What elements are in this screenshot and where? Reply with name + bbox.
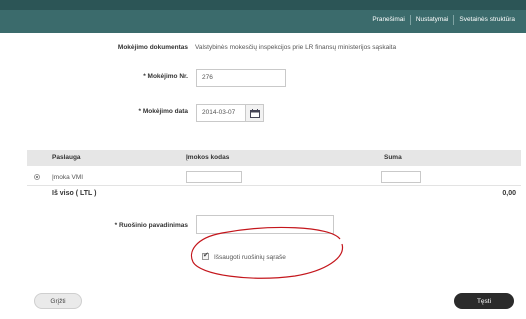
save-draft-checkbox[interactable]: ✔ bbox=[202, 252, 209, 260]
column-header-amount: Suma bbox=[384, 154, 402, 161]
draft-name-input[interactable] bbox=[196, 215, 334, 234]
checkmark-icon: ✔ bbox=[203, 252, 209, 259]
payment-doc-label: Mokėjimo dokumentas bbox=[117, 44, 188, 51]
service-radio[interactable] bbox=[34, 174, 40, 180]
continue-button[interactable]: Tęsti bbox=[454, 293, 514, 309]
nav-link-notifications[interactable]: Pranešimai bbox=[367, 14, 410, 26]
amount-input[interactable] bbox=[381, 171, 421, 183]
payment-number-label: * Mokėjimo Nr. bbox=[143, 73, 188, 80]
top-bar: Pranešimai Nustatymai Svetainės struktūr… bbox=[0, 0, 526, 33]
row-divider bbox=[27, 185, 521, 186]
payment-doc-value: Valstybinės mokesčių inspekcijos prie LR… bbox=[195, 44, 397, 51]
column-header-payment-code: Įmokos kodas bbox=[186, 154, 230, 161]
total-value: 0,00 bbox=[502, 190, 516, 197]
column-header-service: Paslauga bbox=[52, 154, 81, 161]
save-draft-label: Išsaugoti ruošinių sąraše bbox=[214, 254, 286, 261]
payment-date-label: * Mokėjimo data bbox=[138, 108, 188, 115]
top-nav: Pranešimai Nustatymai Svetainės struktūr… bbox=[367, 14, 520, 26]
payment-date-input[interactable]: 2014-03-07 bbox=[196, 104, 246, 122]
service-name: Įmoka VMI bbox=[52, 174, 84, 181]
nav-link-settings[interactable]: Nustatymai bbox=[411, 14, 454, 26]
payment-number-input[interactable]: 276 bbox=[196, 69, 286, 87]
top-strip bbox=[0, 0, 526, 10]
payment-code-input[interactable] bbox=[186, 171, 242, 183]
nav-link-sitemap[interactable]: Svetainės struktūra bbox=[454, 14, 520, 26]
draft-name-label: * Ruošinio pavadinimas bbox=[114, 222, 188, 229]
services-table-header bbox=[27, 150, 521, 166]
calendar-icon bbox=[249, 108, 260, 118]
calendar-button[interactable] bbox=[246, 104, 264, 122]
back-button[interactable]: Grįžti bbox=[34, 293, 82, 309]
total-label: Iš viso ( LTL ) bbox=[52, 190, 97, 197]
